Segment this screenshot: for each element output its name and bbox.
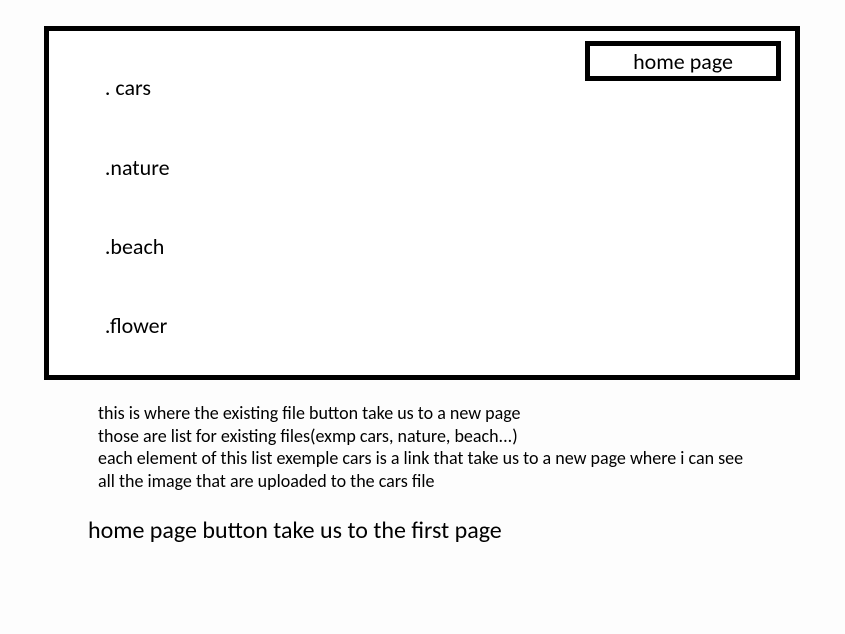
list-item-label: flower [110,312,167,339]
bullet-prefix: . [105,74,116,101]
footer-note: home page button take us to the first pa… [88,516,502,545]
wireframe-box: . cars .nature .beach .flower home page [44,26,800,380]
home-page-button-label: home page [633,48,733,75]
list-item[interactable]: .beach [75,207,170,286]
description-line: each element of this list exemple cars i… [98,447,798,470]
footer-note-text: home page button take us to the first pa… [88,516,502,545]
home-page-button[interactable]: home page [585,41,781,81]
list-item-label: cars [115,74,151,101]
description-line: those are list for existing files(exmp c… [98,425,798,448]
description-text: this is where the existing file button t… [98,402,798,492]
list-item[interactable]: .nature [75,128,170,207]
description-line: this is where the existing file button t… [98,402,798,425]
list-item[interactable]: .flower [75,287,170,366]
description-line: all the image that are uploaded to the c… [98,470,798,493]
list-item-label: beach [110,233,164,260]
list-item-label: nature [110,154,169,181]
list-item[interactable]: . cars [75,49,170,128]
existing-files-list: . cars .nature .beach .flower [75,49,170,366]
